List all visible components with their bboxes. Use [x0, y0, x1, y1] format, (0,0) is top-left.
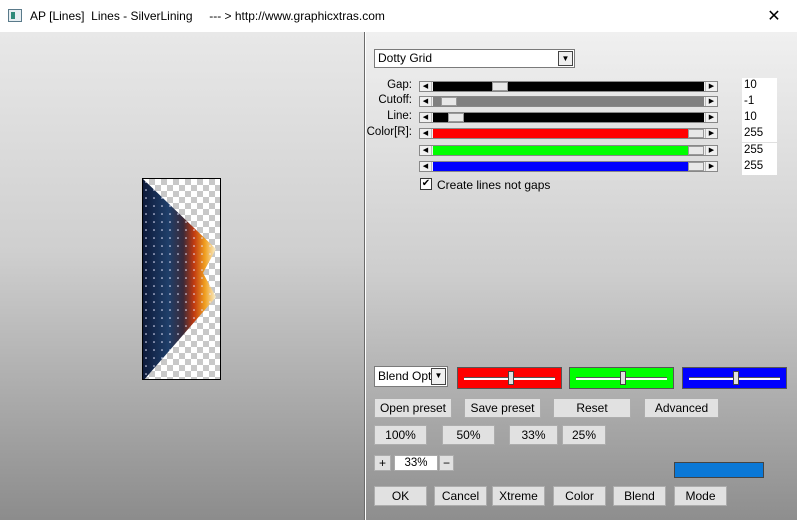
slider-track[interactable]: ◀ ▶: [419, 128, 718, 139]
color-button[interactable]: Color: [553, 486, 606, 506]
cancel-button[interactable]: Cancel: [434, 486, 487, 506]
window-title: AP [Lines] Lines - SilverLining --- > ht…: [30, 9, 385, 23]
slider-value-field[interactable]: 255: [742, 159, 777, 175]
slider-label: Cutoff:: [378, 94, 412, 106]
chevron-down-icon: ▼: [558, 51, 573, 66]
mode-button[interactable]: Mode: [674, 486, 727, 506]
slider-thumb[interactable]: [448, 113, 464, 122]
controls-pane: Dotty Grid ▼ Gap: ◀ ▶ 10 Cutoff: ◀ ▶ -1 Line: ◀ ▶ 1…: [366, 32, 797, 520]
zoom-25-button[interactable]: 25%: [562, 425, 606, 445]
zoom-plus-button[interactable]: +: [374, 455, 391, 471]
slider-fill: [433, 162, 688, 171]
slider-value-field[interactable]: 10: [742, 78, 777, 94]
scroll-right-icon[interactable]: ▶: [705, 82, 717, 91]
save-preset-button[interactable]: Save preset: [464, 398, 541, 418]
slider-value-field[interactable]: 255: [742, 143, 777, 159]
slider-fill: [433, 113, 704, 122]
create-lines-checkbox[interactable]: ✔: [420, 178, 432, 190]
zoom-value-field[interactable]: 33%: [394, 455, 438, 471]
slider-value-field[interactable]: 10: [742, 110, 777, 126]
slider-fill: [433, 97, 704, 106]
blend-button[interactable]: Blend: [613, 486, 666, 506]
slider-value-field[interactable]: 255: [742, 126, 777, 142]
scroll-right-icon[interactable]: ▶: [705, 129, 717, 138]
app-icon: [8, 9, 22, 22]
scroll-left-icon[interactable]: ◀: [420, 129, 432, 138]
close-icon: ✕: [767, 8, 781, 25]
slider-label: Line:: [387, 110, 412, 122]
slider-fill: [433, 129, 688, 138]
slider-fill: [433, 82, 704, 91]
color-slider[interactable]: [682, 367, 787, 389]
color-slider-knob[interactable]: [508, 371, 514, 385]
color-slider-knob[interactable]: [733, 371, 739, 385]
style-select-value: Dotty Grid: [378, 51, 433, 65]
preview-pane: [0, 32, 365, 520]
slider-label: Gap:: [387, 79, 412, 91]
slider-track[interactable]: ◀ ▶: [419, 81, 718, 92]
slider-fill: [433, 146, 688, 155]
style-select[interactable]: Dotty Grid ▼: [374, 49, 575, 68]
color-slider[interactable]: [457, 367, 562, 389]
zoom-50-button[interactable]: 50%: [442, 425, 495, 445]
slider-thumb[interactable]: [492, 82, 508, 91]
scroll-left-icon[interactable]: ◀: [420, 162, 432, 171]
color-swatch[interactable]: [674, 462, 764, 478]
slider-track[interactable]: ◀ ▶: [419, 96, 718, 107]
slider-thumb[interactable]: [688, 162, 704, 171]
slider-label: Color[R]:: [366, 126, 412, 138]
scroll-right-icon[interactable]: ▶: [705, 162, 717, 171]
create-lines-label: Create lines not gaps: [437, 178, 551, 192]
slider-thumb[interactable]: [441, 97, 457, 106]
slider-value-field[interactable]: -1: [742, 94, 777, 110]
reset-button[interactable]: Reset: [553, 398, 631, 418]
scroll-right-icon[interactable]: ▶: [705, 146, 717, 155]
slider-track[interactable]: ◀ ▶: [419, 161, 718, 172]
scroll-left-icon[interactable]: ◀: [420, 82, 432, 91]
scroll-left-icon[interactable]: ◀: [420, 97, 432, 106]
open-preset-button[interactable]: Open preset: [374, 398, 452, 418]
slider-track[interactable]: ◀ ▶: [419, 145, 718, 156]
scroll-left-icon[interactable]: ◀: [420, 146, 432, 155]
slider-thumb[interactable]: [688, 129, 704, 138]
blend-options-select[interactable]: Blend Optio ▼: [374, 366, 448, 387]
preview-image[interactable]: [142, 178, 221, 380]
color-slider[interactable]: [569, 367, 674, 389]
close-button[interactable]: ✕: [751, 0, 797, 32]
slider-track[interactable]: ◀ ▶: [419, 112, 718, 123]
xtreme-button[interactable]: Xtreme: [492, 486, 545, 506]
color-slider-knob[interactable]: [620, 371, 626, 385]
scroll-right-icon[interactable]: ▶: [705, 97, 717, 106]
advanced-button[interactable]: Advanced: [644, 398, 719, 418]
preview-artwork: [143, 179, 216, 379]
chevron-down-icon: ▼: [431, 368, 446, 385]
zoom-33-button[interactable]: 33%: [509, 425, 558, 445]
zoom-minus-button[interactable]: −: [439, 455, 454, 471]
slider-thumb[interactable]: [688, 146, 704, 155]
title-bar: AP [Lines] Lines - SilverLining --- > ht…: [0, 0, 797, 32]
zoom-100-button[interactable]: 100%: [374, 425, 427, 445]
ok-button[interactable]: OK: [374, 486, 427, 506]
scroll-right-icon[interactable]: ▶: [705, 113, 717, 122]
scroll-left-icon[interactable]: ◀: [420, 113, 432, 122]
